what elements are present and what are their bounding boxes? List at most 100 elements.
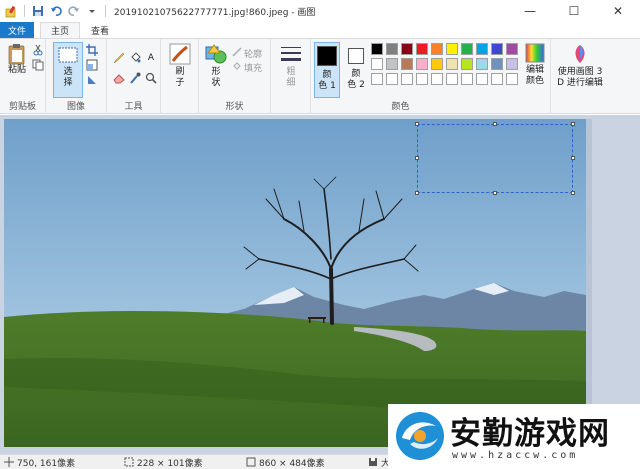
selection-handle[interactable] bbox=[415, 156, 419, 160]
selection-handle[interactable] bbox=[493, 191, 497, 195]
palette-color-swatch[interactable] bbox=[401, 58, 413, 70]
palette-color-swatch[interactable] bbox=[416, 43, 428, 55]
save-icon[interactable] bbox=[31, 4, 45, 18]
tab-file[interactable]: 文件 bbox=[0, 22, 34, 38]
selection-rectangle[interactable] bbox=[415, 122, 575, 195]
disk-icon bbox=[369, 458, 377, 466]
paint-app-icon[interactable] bbox=[4, 4, 18, 18]
shape-fill-button[interactable]: 填充 bbox=[232, 61, 262, 74]
size-button[interactable]: 粗 细 bbox=[277, 43, 305, 89]
palette-color-swatch[interactable] bbox=[371, 58, 383, 70]
brushes-button[interactable]: 刷 子 bbox=[166, 43, 194, 89]
watermark-brand: 安勤游戏网 bbox=[450, 416, 610, 452]
palette-color-swatch[interactable] bbox=[446, 73, 458, 85]
palette-color-swatch[interactable] bbox=[491, 43, 503, 55]
palette-color-swatch[interactable] bbox=[416, 58, 428, 70]
palette-color-swatch[interactable] bbox=[506, 73, 518, 85]
select-label-1: 选 bbox=[63, 67, 73, 77]
fill-bucket-icon[interactable] bbox=[128, 51, 142, 65]
palette-color-swatch[interactable] bbox=[416, 73, 428, 85]
color2-button[interactable]: 颜 色 2 bbox=[343, 42, 369, 91]
palette-color-swatch[interactable] bbox=[461, 43, 473, 55]
tab-view[interactable]: 查看 bbox=[80, 22, 120, 38]
color1-button[interactable]: 颜 色 1 bbox=[314, 42, 340, 98]
image-size-text: 860 × 484像素 bbox=[259, 458, 325, 469]
edit-with-paint3d-button[interactable]: 使用画图 3 D 进行编辑 bbox=[555, 43, 605, 89]
palette-color-swatch[interactable] bbox=[506, 58, 518, 70]
select-button[interactable]: 选 择 bbox=[53, 42, 83, 98]
palette-color-swatch[interactable] bbox=[506, 43, 518, 55]
palette-color-swatch[interactable] bbox=[431, 58, 443, 70]
undo-icon[interactable] bbox=[49, 4, 63, 18]
customize-qat-icon[interactable] bbox=[85, 4, 99, 18]
palette-color-swatch[interactable] bbox=[401, 73, 413, 85]
ribbon: 粘贴 剪贴板 选 择 图像 A 工具 刷 子 形 状 轮廓 填充 形状 粗 细 … bbox=[0, 38, 640, 114]
palette-color-swatch[interactable] bbox=[476, 58, 488, 70]
eraser-icon[interactable] bbox=[112, 71, 126, 85]
palette-color-swatch[interactable] bbox=[431, 73, 443, 85]
clipboard-group-label: 剪贴板 bbox=[8, 102, 36, 112]
palette-color-swatch[interactable] bbox=[476, 43, 488, 55]
crop-icon[interactable] bbox=[85, 43, 99, 57]
title-bar: 20191021075622777771.jpg!860.jpeg - 画图 —… bbox=[0, 0, 640, 22]
text-icon[interactable]: A bbox=[144, 51, 158, 65]
paint3d-icon bbox=[575, 45, 585, 63]
color-picker-icon[interactable] bbox=[128, 71, 142, 85]
cursor-icon bbox=[4, 457, 14, 467]
palette-color-swatch[interactable] bbox=[461, 58, 473, 70]
close-button[interactable]: ✕ bbox=[596, 0, 640, 22]
maximize-button[interactable]: ☐ bbox=[552, 0, 596, 22]
color2-label-2: 色 2 bbox=[347, 80, 365, 90]
paste-icon bbox=[8, 44, 25, 65]
palette-color-swatch[interactable] bbox=[446, 43, 458, 55]
color1-swatch bbox=[317, 46, 337, 66]
color-palette bbox=[371, 43, 523, 91]
tab-home[interactable]: 主页 bbox=[40, 22, 80, 38]
palette-color-swatch[interactable] bbox=[386, 58, 398, 70]
shape-outline-button[interactable]: 轮廓 bbox=[232, 47, 262, 60]
edit-colors-button[interactable]: 编辑 颜色 bbox=[521, 43, 549, 87]
palette-color-swatch[interactable] bbox=[386, 73, 398, 85]
shapes-label-2: 状 bbox=[211, 78, 221, 88]
color1-label-1: 颜 bbox=[322, 70, 332, 80]
shapes-icon bbox=[205, 44, 227, 64]
group-clipboard: 粘贴 剪贴板 bbox=[0, 39, 46, 114]
rotate-icon[interactable] bbox=[85, 73, 99, 87]
window-title: 20191021075622777771.jpg!860.jpeg - 画图 bbox=[114, 7, 316, 18]
palette-color-swatch[interactable] bbox=[371, 73, 383, 85]
selection-handle[interactable] bbox=[571, 191, 575, 195]
paint3d-label-2: D 进行编辑 bbox=[557, 78, 603, 88]
group-paint3d: 使用画图 3 D 进行编辑 bbox=[551, 39, 607, 114]
paste-button[interactable]: 粘贴 bbox=[4, 43, 30, 76]
shapes-button[interactable]: 形 状 bbox=[202, 43, 230, 89]
palette-color-swatch[interactable] bbox=[371, 43, 383, 55]
redo-icon[interactable] bbox=[67, 4, 81, 18]
palette-color-swatch[interactable] bbox=[401, 43, 413, 55]
group-tools: A 工具 bbox=[107, 39, 161, 114]
selection-handle[interactable] bbox=[415, 191, 419, 195]
selection-handle[interactable] bbox=[493, 122, 497, 126]
selection-handle[interactable] bbox=[571, 122, 575, 126]
selection-handle[interactable] bbox=[571, 156, 575, 160]
palette-color-swatch[interactable] bbox=[446, 58, 458, 70]
fill-icon bbox=[232, 61, 242, 74]
palette-color-swatch[interactable] bbox=[491, 73, 503, 85]
palette-color-swatch[interactable] bbox=[491, 58, 503, 70]
selection-handle[interactable] bbox=[415, 122, 419, 126]
size-label-1: 粗 bbox=[286, 67, 296, 77]
cut-icon[interactable] bbox=[31, 43, 45, 57]
palette-color-swatch[interactable] bbox=[461, 73, 473, 85]
resize-icon[interactable] bbox=[85, 58, 99, 72]
paint3d-label-1: 使用画图 3 bbox=[557, 67, 603, 77]
pencil-icon[interactable] bbox=[112, 51, 126, 65]
tools-group-label: 工具 bbox=[124, 102, 143, 112]
brushes-label-2: 子 bbox=[175, 78, 185, 88]
minimize-button[interactable]: — bbox=[508, 0, 552, 22]
palette-color-swatch[interactable] bbox=[431, 43, 443, 55]
edit-colors-label-1: 编辑 bbox=[525, 65, 544, 75]
copy-icon[interactable] bbox=[31, 58, 45, 72]
watermark-logo bbox=[396, 412, 444, 460]
palette-color-swatch[interactable] bbox=[476, 73, 488, 85]
magnifier-icon[interactable] bbox=[144, 71, 158, 85]
palette-color-swatch[interactable] bbox=[386, 43, 398, 55]
